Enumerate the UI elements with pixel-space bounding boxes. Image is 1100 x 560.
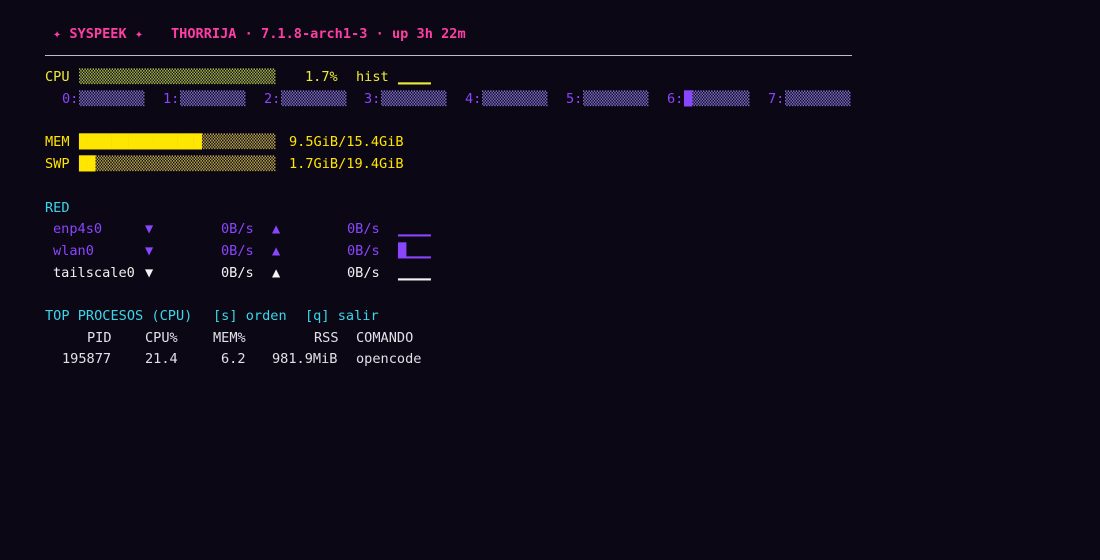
core-label: 4: xyxy=(465,91,482,107)
core-label: 7: xyxy=(768,91,785,107)
core-bar: ▒▒▒▒▒▒▒▒ xyxy=(381,91,447,107)
net-down-rate: 0B/s xyxy=(221,221,254,237)
net-graph: ▁▁▁▁ xyxy=(398,265,431,281)
cpu-label: CPU xyxy=(45,69,70,85)
swp-usage-bar: ██▒▒▒▒▒▒▒▒▒▒▒▒▒▒▒▒▒▒▒▒▒▒ xyxy=(79,154,275,175)
swp-value: 1.7GiB/19.4GiB xyxy=(289,156,404,172)
net-up-rate: 0B/s xyxy=(347,221,380,237)
header-divider xyxy=(45,55,852,56)
net-up-rate: 0B/s xyxy=(347,243,380,259)
mem-bar-filled: ███████████████ xyxy=(79,134,202,150)
column-header-mem: MEM% xyxy=(213,330,246,346)
mem-value: 9.5GiB/15.4GiB xyxy=(289,134,404,150)
net-interface-name: enp4s0 xyxy=(53,221,103,237)
column-header-rss: RSS xyxy=(314,330,339,346)
cpu-usage-bar: ▒▒▒▒▒▒▒▒▒▒▒▒▒▒▒▒▒▒▒▒▒▒▒▒ xyxy=(79,69,276,85)
up-arrow-icon: ▲ xyxy=(272,243,281,259)
process-pid: 195877 xyxy=(62,351,112,367)
mem-bar-empty: ▒▒▒▒▒▒▒▒▒ xyxy=(201,134,276,150)
cpu-percent: 1.7% xyxy=(305,69,338,85)
down-arrow-icon: ▼ xyxy=(145,221,154,237)
core-label: 1: xyxy=(163,91,180,107)
core-bar: ▒▒▒▒▒▒▒▒ xyxy=(180,91,246,107)
net-interface-name: wlan0 xyxy=(53,243,94,259)
core-label: 6: xyxy=(667,91,684,107)
core-label: 2: xyxy=(264,91,281,107)
core-bar-fill: █ xyxy=(684,91,693,107)
net-up-rate: 0B/s xyxy=(347,265,380,281)
sort-hint[interactable]: [s] orden xyxy=(213,306,287,327)
up-arrow-icon: ▲ xyxy=(272,221,281,237)
net-graph: ▁▁▁▁ xyxy=(398,221,431,237)
swp-bar-filled: ██ xyxy=(79,156,96,172)
quit-hint[interactable]: [q] salir xyxy=(305,306,379,327)
processes-section-title: TOP PROCESOS (CPU) xyxy=(45,308,193,324)
swp-bar-empty: ▒▒▒▒▒▒▒▒▒▒▒▒▒▒▒▒▒▒▒▒▒▒ xyxy=(95,156,276,172)
net-down-rate: 0B/s xyxy=(221,265,254,281)
column-header-command: COMANDO xyxy=(356,330,414,346)
swp-label: SWP xyxy=(45,156,70,172)
cpu-hist-label: hist xyxy=(356,69,389,85)
net-graph: █▁▁▁ xyxy=(398,243,431,259)
core-label: 5: xyxy=(566,91,583,107)
core-bar: ▒▒▒▒▒▒▒▒ xyxy=(785,91,851,107)
column-header-cpu: CPU% xyxy=(145,330,178,346)
down-arrow-icon: ▼ xyxy=(145,243,154,259)
core-bar: ▒▒▒▒▒▒▒▒ xyxy=(482,91,548,107)
process-cpu: 21.4 xyxy=(145,351,178,367)
net-down-rate: 0B/s xyxy=(221,243,254,259)
core-bar: ▒▒▒▒▒▒▒▒ xyxy=(79,91,145,107)
mem-label: MEM xyxy=(45,134,70,150)
core-label: 0: xyxy=(62,91,79,107)
down-arrow-icon: ▼ xyxy=(145,265,154,281)
net-interface-name: tailscale0 xyxy=(53,265,135,281)
up-arrow-icon: ▲ xyxy=(272,265,281,281)
core-label: 3: xyxy=(364,91,381,107)
process-rss: 981.9MiB xyxy=(272,351,338,367)
core-bar-empty: ▒▒▒▒▒▒▒ xyxy=(692,91,750,107)
process-mem: 6.2 xyxy=(221,351,246,367)
network-section-title: RED xyxy=(45,200,70,216)
core-bar-active: █▒▒▒▒▒▒▒ xyxy=(684,89,749,110)
column-header-pid: PID xyxy=(87,330,112,346)
mem-usage-bar: ███████████████▒▒▒▒▒▒▒▒▒ xyxy=(79,132,275,153)
app-title: ✦ SYSPEEK ✦ xyxy=(53,26,144,42)
cpu-hist-graph: ▁▁▁▁ xyxy=(398,69,431,85)
core-bar: ▒▒▒▒▒▒▒▒ xyxy=(583,91,649,107)
core-bar: ▒▒▒▒▒▒▒▒ xyxy=(281,91,347,107)
host-info: THORRIJA · 7.1.8-arch1-3 · up 3h 22m xyxy=(171,26,466,42)
process-command: opencode xyxy=(356,351,422,367)
